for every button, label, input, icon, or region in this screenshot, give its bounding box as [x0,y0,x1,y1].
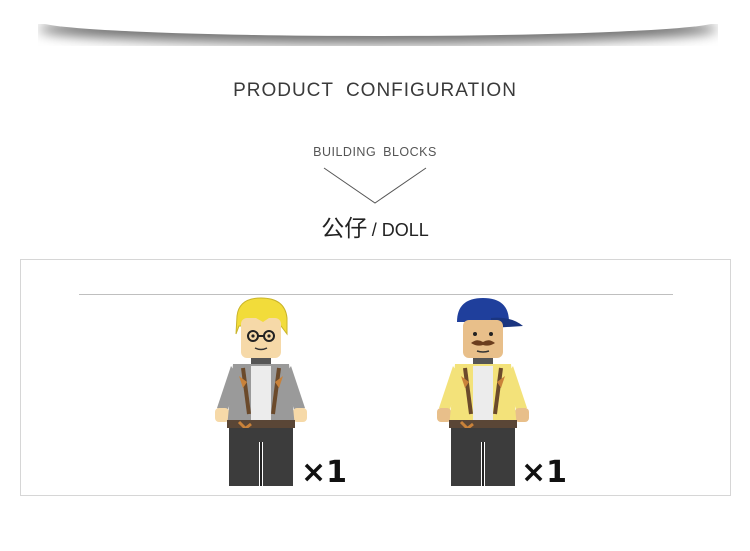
page-title: PRODUCT CONFIGURATION [233,80,517,101]
chevron-down-icon [323,167,427,204]
figures-panel: ×1 ×1 [20,259,731,496]
panel-divider [79,294,673,295]
section-subtitle: BUILDING BLOCKS [313,145,437,159]
quantity-label: ×1 [301,455,348,490]
minifigure-cap-icon [437,298,529,486]
quantity-label: ×1 [521,455,568,490]
header-shadow-divider [38,24,718,46]
doll-heading: 公仔 / DOLL [0,209,750,243]
minifigure-glasses-icon [215,297,307,486]
doll-heading-cn: 公仔 [321,216,368,242]
doll-heading-en: / DOLL [371,220,429,240]
